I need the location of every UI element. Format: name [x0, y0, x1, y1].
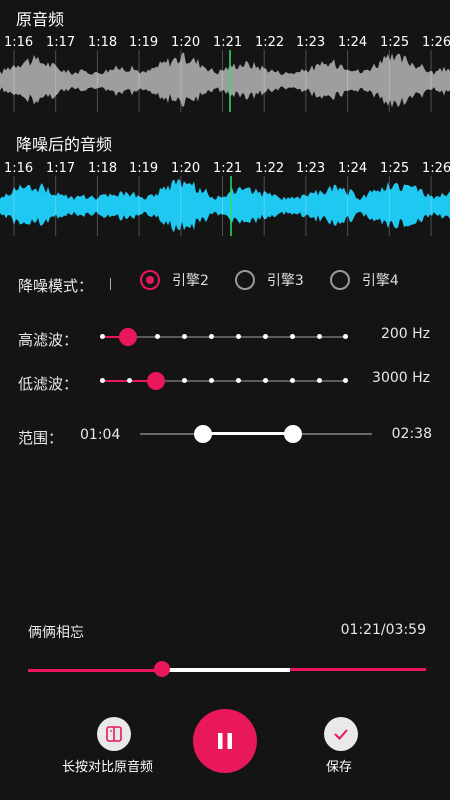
mode-option-engine4[interactable]: 引擎4 — [329, 270, 399, 290]
range-end-thumb[interactable] — [284, 425, 302, 443]
tick-label: 1:22 — [255, 161, 285, 176]
slider-step-dot — [263, 378, 268, 383]
slider-step-dot — [182, 334, 187, 339]
lowpass-thumb[interactable] — [147, 372, 165, 390]
range-start: 01:04 — [80, 427, 121, 443]
tick-label: 1:25 — [380, 35, 410, 50]
mode-option-label: 引擎4 — [361, 273, 399, 289]
seekbar-thumb[interactable] — [154, 661, 170, 677]
waveform-shape — [0, 52, 450, 108]
tick-label: 1:26 — [422, 161, 450, 176]
compare-label: 长按对比原音频 — [62, 760, 154, 775]
mode-label: 降噪模式： — [18, 277, 94, 295]
range-start-thumb[interactable] — [194, 425, 212, 443]
slider-step-dot — [100, 334, 105, 339]
slider-step-dot — [209, 334, 214, 339]
save-label: 保存 — [326, 760, 353, 775]
pause-icon — [218, 733, 232, 749]
slider-step-dot — [209, 378, 214, 383]
slider-step-dot — [100, 378, 105, 383]
slider-step-dot — [127, 378, 132, 383]
tick-label: 1:18 — [88, 35, 118, 50]
save-button[interactable] — [324, 717, 358, 751]
slider-step-dot — [155, 334, 160, 339]
tick-label: 1:20 — [171, 35, 201, 50]
lowpass-value: 3000 Hz — [372, 370, 430, 386]
mode-option-engine3[interactable]: 引擎3 — [234, 270, 304, 290]
original-waveform[interactable] — [0, 50, 450, 112]
mode-option-label: 引擎2 — [172, 273, 209, 289]
denoised-audio-title: 降噪后的音频 — [16, 135, 113, 154]
tick-label: 1:19 — [129, 161, 159, 176]
tick-label: 1:17 — [46, 161, 76, 176]
tick-label: 1:16 — [4, 161, 34, 176]
compare-button[interactable] — [97, 717, 131, 751]
compare-icon — [106, 726, 122, 742]
tick-label: 1:22 — [255, 35, 285, 50]
tick-label: 1:26 — [422, 35, 450, 50]
playback-time: 01:21/03:59 — [340, 622, 426, 638]
original-audio-title: 原音频 — [16, 10, 65, 29]
tick-label: 1:16 — [4, 35, 34, 50]
tick-label: 1:25 — [380, 161, 410, 176]
tick-label: 1:23 — [296, 35, 326, 50]
tick-label: 1:20 — [171, 161, 201, 176]
slider-step-dot — [317, 334, 322, 339]
slider-step-dot — [343, 334, 348, 339]
slider-step-dot — [290, 378, 295, 383]
highpass-thumb[interactable] — [119, 328, 137, 346]
denoised-waveform[interactable] — [0, 176, 450, 236]
highpass-label: 高滤波： — [18, 331, 79, 349]
tick-label: 1:19 — [129, 35, 159, 50]
tick-label: 1:24 — [338, 161, 368, 176]
range-label: 范围： — [18, 429, 64, 447]
tick-label: 1:18 — [88, 161, 118, 176]
radio-unselected-icon — [329, 270, 350, 290]
radio-selected-icon — [140, 270, 160, 290]
tick-label: 1:21 — [213, 35, 243, 50]
tick-label: 1:24 — [338, 35, 368, 50]
radio-unselected-icon — [234, 270, 255, 290]
tick-label: 1:21 — [213, 161, 243, 176]
slider-step-dot — [182, 378, 187, 383]
waveform-shape — [0, 179, 450, 233]
mode-divider — [110, 278, 111, 290]
tick-label: 1:17 — [46, 35, 76, 50]
slider-step-dot — [236, 378, 241, 383]
mode-option-label: 引擎3 — [266, 273, 304, 289]
highpass-value: 200 Hz — [380, 326, 430, 342]
mode-radio-group: 引擎2 引擎3 引擎4 — [140, 270, 425, 290]
check-icon — [334, 729, 348, 740]
slider-step-dot — [290, 334, 295, 339]
slider-step-dot — [236, 334, 241, 339]
lowpass-label: 低滤波： — [18, 375, 79, 393]
slider-step-dot — [263, 334, 268, 339]
pause-button[interactable] — [193, 709, 257, 773]
song-title: 俩俩相忘 — [28, 625, 84, 641]
slider-step-dot — [343, 378, 348, 383]
range-end: 02:38 — [391, 426, 432, 442]
slider-step-dot — [317, 378, 322, 383]
mode-option-engine2[interactable]: 引擎2 — [140, 270, 209, 290]
tick-label: 1:23 — [296, 161, 326, 176]
